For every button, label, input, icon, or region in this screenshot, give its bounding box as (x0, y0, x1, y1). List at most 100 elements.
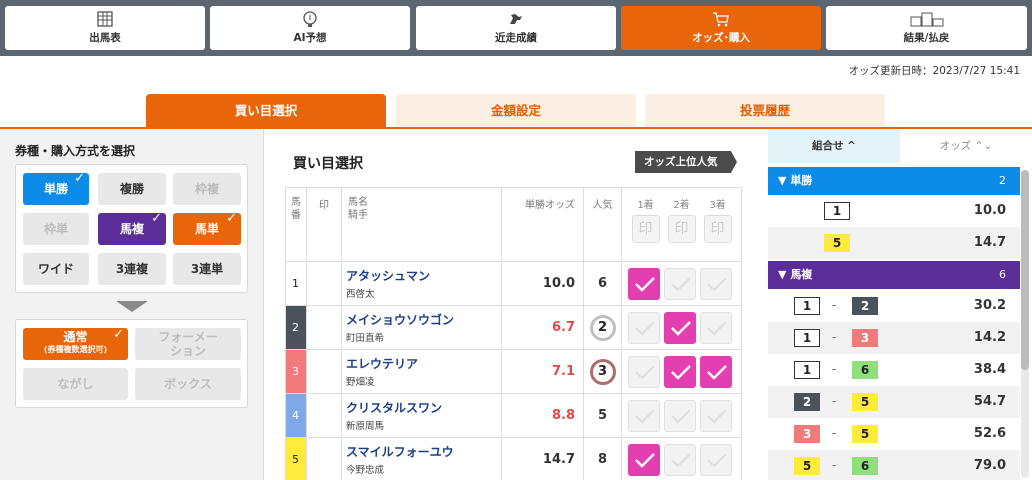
combo-row[interactable]: 1 10.0 (768, 195, 1020, 227)
divider (263, 129, 264, 480)
horse-info: エレウテリア 野畑凌 (341, 349, 502, 394)
position-checks (621, 437, 742, 480)
combo-row[interactable]: 1 - 3 14.2 (768, 322, 1020, 354)
mark-cell[interactable] (306, 349, 342, 394)
nav-label: オッズ･購入 (692, 32, 750, 44)
horse-name[interactable]: スマイルフォーユウ (346, 443, 501, 460)
checkbox-3rd[interactable] (700, 267, 732, 300)
win-odds: 14.7 (501, 437, 584, 480)
bet-wakufuku-button[interactable]: 枠複 (173, 173, 241, 205)
check-icon (707, 320, 727, 335)
checkbox-1st[interactable] (628, 267, 660, 300)
nav-ai-prediction[interactable]: AI予想 (210, 6, 410, 50)
checkbox-3rd[interactable] (700, 355, 732, 388)
collapse-icon: ▼ (778, 174, 787, 187)
check-icon (671, 408, 691, 423)
col-win-odds: 単勝オッズ (501, 187, 584, 262)
tab-bet-selection[interactable]: 買い目選択 (146, 94, 386, 128)
combination-panel: 組合せ ^ オッズ ⌃⌄ ▼ 単勝 2 1 10.0 5 14.7 ▼ 馬複 6… (768, 129, 1032, 480)
method-normal-button[interactable]: 通常 (券種複数選択可) ✓ (23, 327, 128, 360)
race-table: 馬番 印 馬名 騎手 単勝オッズ 人気 1着 2着 3着 印印印 1 アタッシュマン西… (285, 187, 742, 480)
mark-cell[interactable] (306, 437, 342, 480)
bet-tansho-button[interactable]: 単勝 ✓ (23, 171, 89, 205)
group-count: 6 (999, 268, 1006, 281)
combo-odds: 10.0 (973, 203, 1006, 218)
right-scrollbar[interactable] (1021, 170, 1029, 478)
check-icon (707, 276, 727, 291)
nav-odds-purchase[interactable]: オッズ･購入 (621, 6, 821, 50)
method-nagashi-button[interactable]: ながし (23, 368, 128, 400)
checkbox-1st[interactable] (628, 355, 660, 388)
checkbox-2nd[interactable] (664, 267, 696, 300)
checkbox-2nd[interactable] (664, 355, 696, 388)
sort-odds-tab[interactable]: オッズ ⌃⌄ (900, 129, 1032, 163)
method-box: 通常 (券種複数選択可) ✓ フォーメー ション ながし ボックス (15, 319, 248, 408)
bet-umafuku-button[interactable]: 馬複 ✓ (98, 211, 166, 245)
mark-stamp-icon[interactable]: 印 (667, 215, 696, 243)
bet-sanrenpuku-button[interactable]: 3連複 (98, 253, 166, 285)
popularity-ring: 2 (589, 314, 616, 341)
bet-selection-title: 買い目選択 (293, 156, 363, 172)
table-row: 4 クリスタルスワン 新原周馬 8.8 5 (285, 393, 742, 438)
checkbox-3rd[interactable] (700, 443, 732, 476)
col-position: 1着 2着 3着 印印印 (621, 187, 742, 262)
method-box-button[interactable]: ボックス (135, 368, 241, 400)
checkbox-2nd[interactable] (664, 443, 696, 476)
checkbox-1st[interactable] (628, 443, 660, 476)
sort-combination-tab[interactable]: 組合せ ^ (768, 129, 900, 163)
jockey-name: 町田直希 (346, 333, 385, 344)
bet-umatan-button[interactable]: 馬単 ✓ (173, 211, 241, 245)
checkbox-1st[interactable] (628, 399, 660, 432)
combo-row[interactable]: 5 - 6 79.0 (768, 450, 1020, 480)
bet-sanrentan-button[interactable]: 3連単 (173, 253, 241, 285)
check-icon (635, 452, 655, 468)
bet-wide-button[interactable]: ワイド (23, 253, 89, 285)
horse-icon (510, 14, 522, 24)
mark-cell[interactable] (306, 305, 342, 350)
combo-row[interactable]: 2 - 5 54.7 (768, 386, 1020, 418)
combo-row[interactable]: 1 - 2 30.2 (768, 290, 1020, 322)
nav-race-card[interactable]: 出馬表 (5, 6, 205, 50)
table-row: 1 アタッシュマン 西啓太 10.0 6 (285, 261, 742, 306)
combo-row[interactable]: 1 - 6 38.4 (768, 354, 1020, 386)
group-umafuku[interactable]: ▼ 馬複 6 (768, 261, 1020, 289)
bet-type-panel: 券種・購入方式を選択 単勝 ✓ 複勝 枠複 枠単 馬複 ✓ 馬単 ✓ ワイド 3連複 … (0, 129, 263, 480)
checkbox-1st[interactable] (628, 311, 660, 344)
jockey-name: 野畑凌 (346, 377, 375, 388)
checkbox-2nd[interactable] (664, 311, 696, 344)
table-row: 5 スマイルフォーユウ 今野忠成 14.7 8 (285, 437, 742, 480)
combo-row[interactable]: 3 - 5 52.6 (768, 418, 1020, 450)
nav-results-payout[interactable]: 結果/払戻 (826, 6, 1027, 50)
odds-popular-button[interactable]: オッズ上位人気 (635, 151, 737, 173)
group-tansho[interactable]: ▼ 単勝 2 (768, 167, 1020, 195)
bet-fukusho-button[interactable]: 複勝 (98, 173, 166, 205)
combo-row[interactable]: 5 14.7 (768, 227, 1020, 259)
tab-vote-history[interactable]: 投票履歴 (645, 94, 885, 128)
method-formation-button[interactable]: フォーメー ション (135, 328, 241, 360)
mark-cell[interactable] (306, 393, 342, 438)
horse-name[interactable]: エレウテリア (346, 355, 501, 372)
scrollbar-thumb[interactable] (1021, 170, 1029, 370)
mark-cell[interactable] (306, 261, 342, 306)
table-row: 2 メイショウソウゴン 町田直希 6.7 2 (285, 305, 742, 350)
horse-number: 4 (285, 393, 307, 438)
popularity-ring: 3 (589, 358, 616, 385)
combo-odds: 14.7 (973, 235, 1006, 250)
mark-stamp-icon[interactable]: 印 (703, 215, 732, 243)
checkbox-2nd[interactable] (664, 399, 696, 432)
check-icon (635, 276, 655, 292)
tab-amount-setting[interactable]: 金額設定 (396, 94, 636, 128)
mark-stamp-icon[interactable]: 印 (631, 215, 660, 243)
win-odds: 7.1 (501, 349, 584, 394)
jockey-name: 今野忠成 (346, 465, 385, 476)
horse-name[interactable]: メイショウソウゴン (346, 311, 501, 328)
cart-icon (713, 12, 729, 27)
checkbox-3rd[interactable] (700, 311, 732, 344)
popularity: 8 (583, 437, 622, 480)
nav-recent-results[interactable]: 近走成績 (416, 6, 616, 50)
horse-name[interactable]: アタッシュマン (346, 267, 501, 284)
checkbox-3rd[interactable] (700, 399, 732, 432)
horse-name[interactable]: クリスタルスワン (346, 399, 501, 416)
bet-type-box: 単勝 ✓ 複勝 枠複 枠単 馬複 ✓ 馬単 ✓ ワイド 3連複 3連単 (15, 164, 248, 293)
bet-wakutan-button[interactable]: 枠単 (23, 213, 89, 245)
